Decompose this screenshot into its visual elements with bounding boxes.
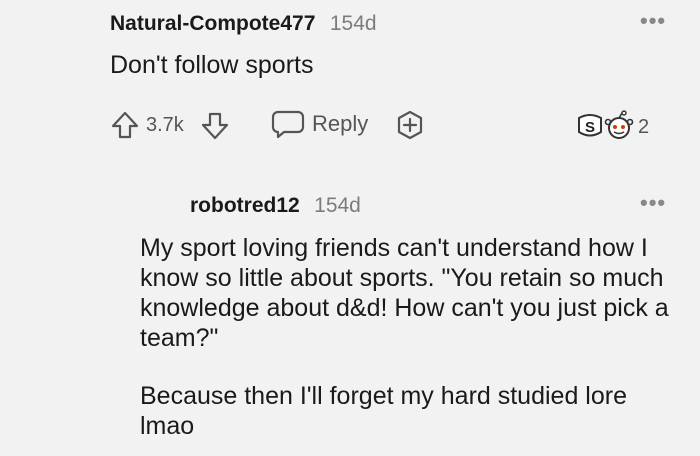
reply-username[interactable]: robotred12 <box>190 194 300 217</box>
comment-age: 154d <box>329 12 377 35</box>
reply-age: 154d <box>314 194 361 217</box>
silver-award-icon: S <box>576 112 604 140</box>
upvote-icon[interactable] <box>110 110 140 140</box>
award-count: 2 <box>638 116 650 138</box>
reply-header: robotred12 154d <box>190 194 361 218</box>
downvote-icon[interactable] <box>200 111 230 141</box>
reply-button[interactable]: Reply <box>270 108 368 140</box>
comment-more-options-icon[interactable]: ••• <box>640 8 666 34</box>
comment-body: Don't follow sports <box>110 51 314 79</box>
svg-text:S: S <box>585 119 595 136</box>
snoo-award-icon <box>602 110 636 142</box>
comment-header: Natural-Compote477 154d <box>110 12 377 36</box>
comment-username[interactable]: Natural-Compote477 <box>110 12 315 35</box>
reply-paragraph-1: My sport loving friends can't understand… <box>140 234 669 352</box>
reply-more-options-icon[interactable]: ••• <box>640 190 666 216</box>
reply-bubble-icon <box>270 108 306 140</box>
vote-count: 3.7k <box>146 114 184 136</box>
give-award-icon[interactable] <box>395 110 425 140</box>
reply-label: Reply <box>312 111 369 136</box>
reply-paragraph-2: Because then I'll forget my hard studied… <box>140 382 627 440</box>
